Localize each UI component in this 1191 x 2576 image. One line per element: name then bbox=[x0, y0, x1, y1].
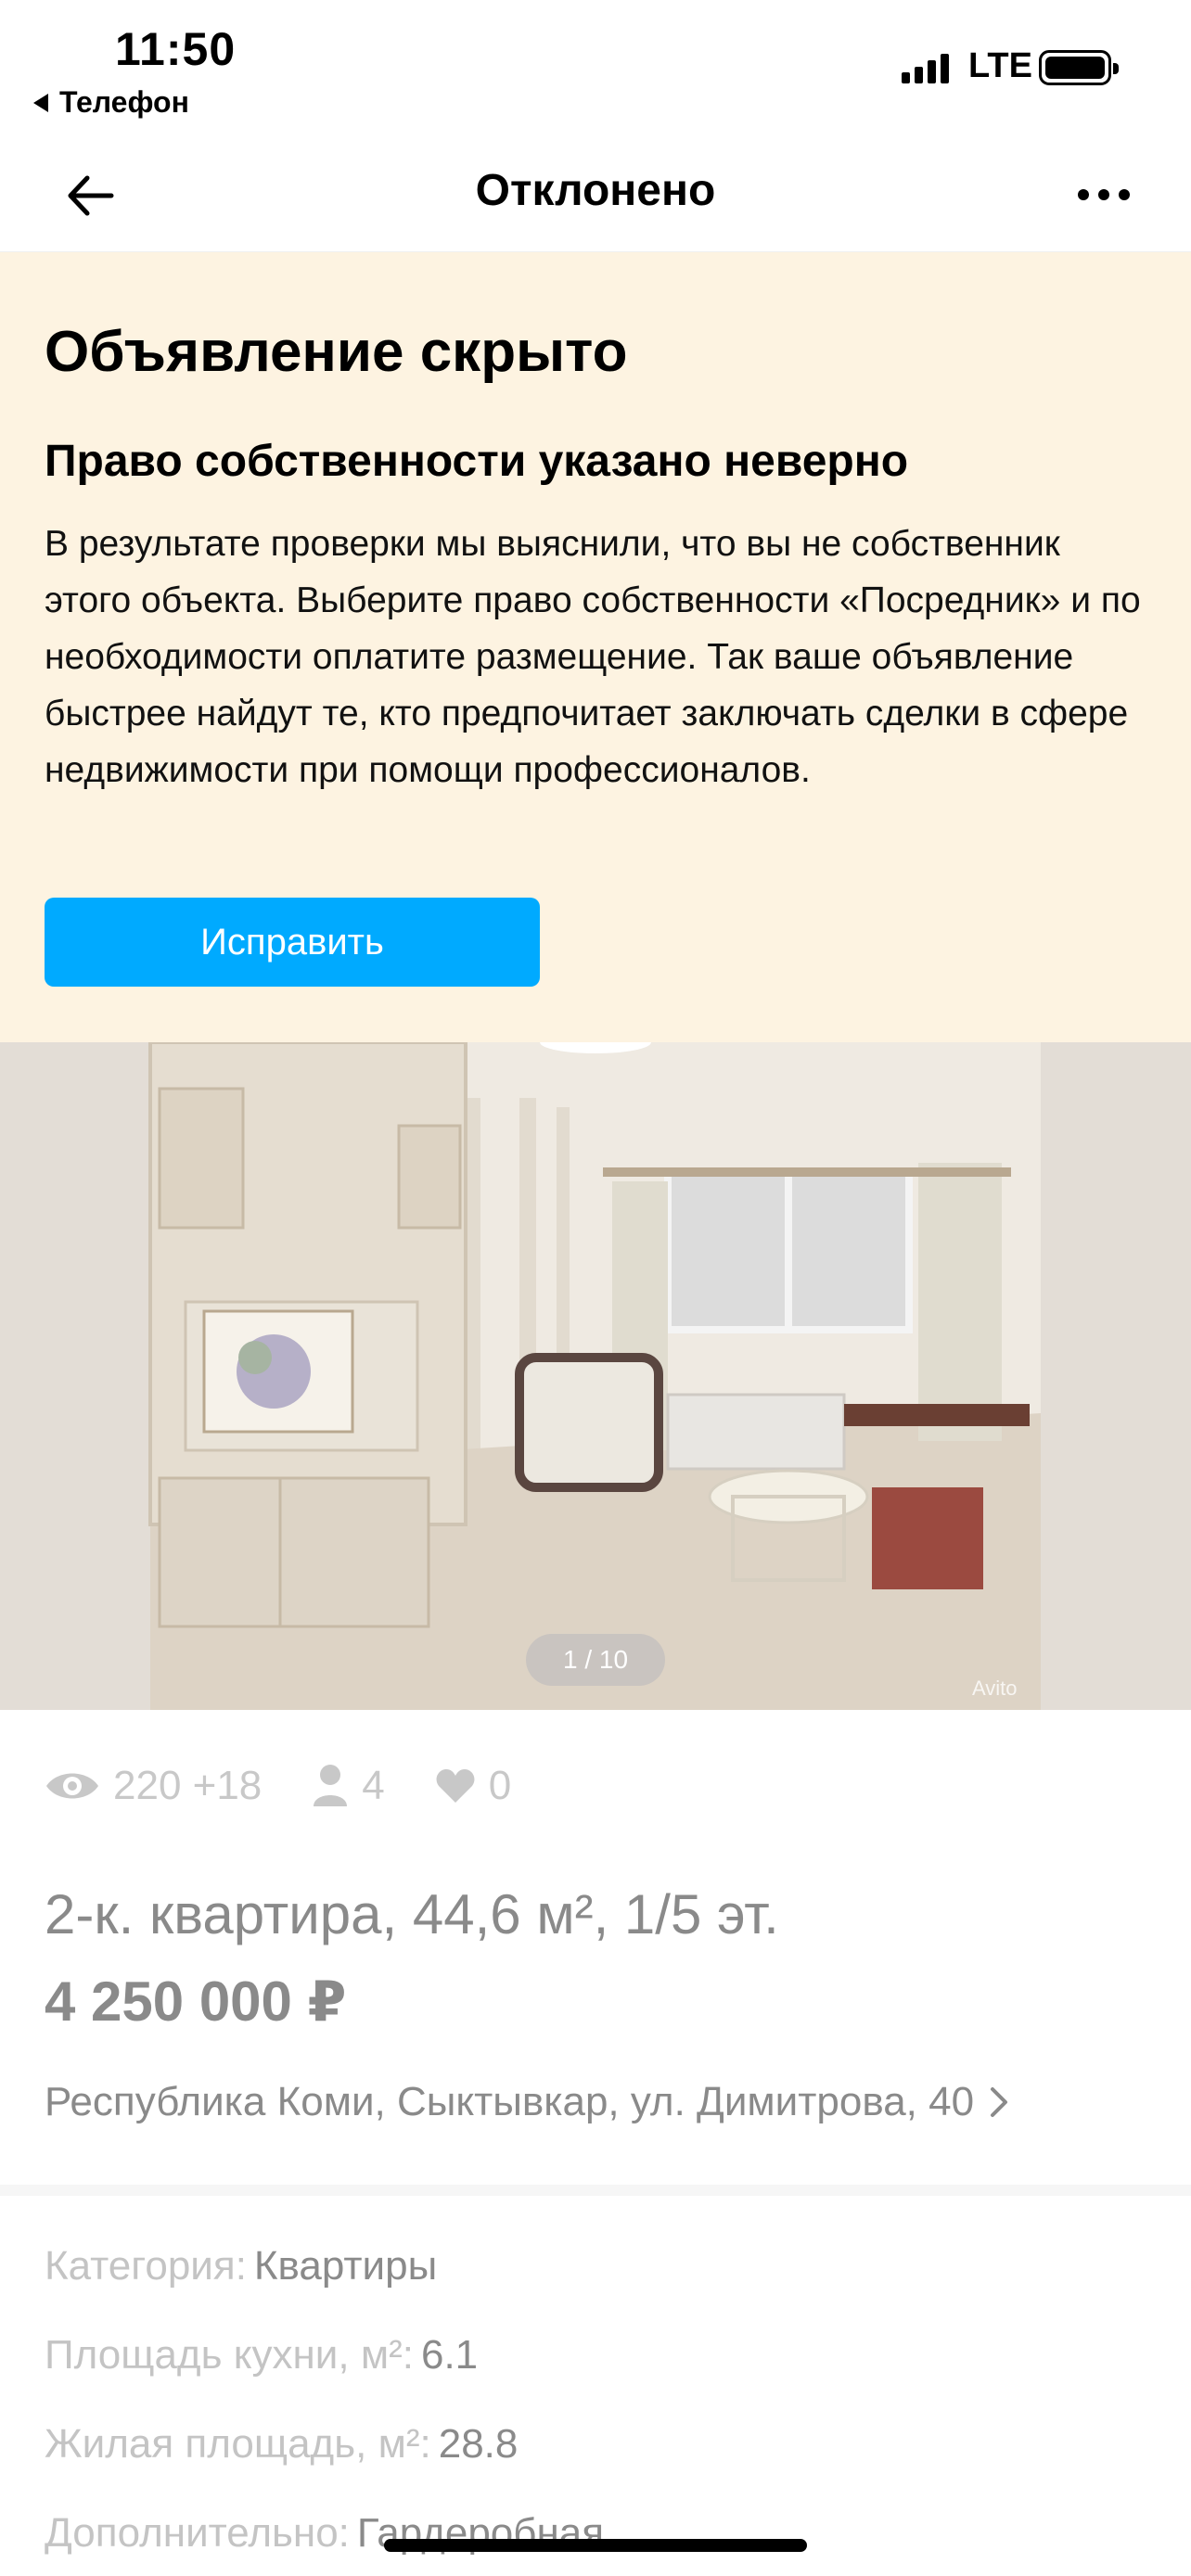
signal-icon bbox=[902, 52, 949, 83]
param-label: Жилая площадь, м²: bbox=[45, 2421, 431, 2467]
back-triangle-icon bbox=[33, 93, 48, 112]
back-to-app-link[interactable]: Телефон bbox=[33, 85, 189, 120]
contacts-stat: 4 bbox=[312, 1763, 385, 1809]
favorites-count: 0 bbox=[488, 1763, 512, 1808]
person-icon bbox=[314, 1765, 348, 1806]
contacts-count: 4 bbox=[362, 1763, 385, 1808]
heart-icon bbox=[436, 1769, 475, 1803]
photo-counter: 1 / 10 bbox=[526, 1634, 665, 1686]
photo-watermark: Avito bbox=[972, 1677, 1018, 1700]
section-divider bbox=[0, 2185, 1191, 2196]
views-count: 220 +18 bbox=[113, 1763, 263, 1808]
address-text: Республика Коми, Сыктывкар, ул. Димитров… bbox=[45, 2079, 975, 2124]
rejection-banner: Объявление скрыто Право собственности ук… bbox=[0, 252, 1191, 1042]
fix-button[interactable]: Исправить bbox=[45, 898, 540, 987]
listing-stats: 220 +18 4 0 bbox=[45, 1758, 561, 1814]
banner-text: В результате проверки мы выяснили, что в… bbox=[45, 524, 1141, 790]
status-time: 11:50 bbox=[115, 23, 237, 75]
eye-icon bbox=[46, 1773, 98, 1799]
param-label: Дополнительно: bbox=[45, 2510, 350, 2556]
banner-subheading: Право собственности указано неверно bbox=[45, 437, 909, 486]
back-app-label: Телефон bbox=[59, 85, 189, 119]
param-row: Категория: Квартиры bbox=[45, 2222, 604, 2311]
listing-price: 4 250 000 ₽ bbox=[45, 1970, 347, 2033]
param-value: Квартиры bbox=[253, 2243, 438, 2289]
param-label: Площадь кухни, м²: bbox=[45, 2332, 414, 2378]
battery-icon bbox=[1039, 50, 1119, 85]
nav-bar: Отклонено bbox=[0, 139, 1191, 252]
favorites-stat: 0 bbox=[435, 1763, 511, 1809]
network-label: LTE bbox=[968, 46, 1032, 85]
room-photo-illustration bbox=[148, 1042, 1041, 1710]
status-bar: 11:50 Телефон LTE bbox=[0, 0, 1191, 130]
param-row: Жилая площадь, м²: 28.8 bbox=[45, 2400, 604, 2489]
param-row: Площадь кухни, м²: 6.1 bbox=[45, 2311, 604, 2400]
param-label: Категория: bbox=[45, 2243, 247, 2289]
param-value: 28.8 bbox=[438, 2421, 519, 2467]
more-dots-icon[interactable] bbox=[1067, 176, 1141, 213]
listing-params: Категория: Квартиры Площадь кухни, м²: 6… bbox=[45, 2222, 604, 2576]
views-stat: 220 +18 bbox=[45, 1763, 262, 1809]
home-indicator[interactable] bbox=[384, 2539, 807, 2552]
chevron-right-icon bbox=[991, 2087, 1008, 2117]
page-title: Отклонено bbox=[475, 166, 716, 215]
address-link[interactable]: Республика Коми, Сыктывкар, ул. Димитров… bbox=[45, 2079, 1009, 2125]
param-row: Дополнительно: Гардеробная bbox=[45, 2489, 604, 2576]
param-value: 6.1 bbox=[420, 2332, 479, 2378]
listing-photo[interactable]: 1 / 10 Avito bbox=[0, 1042, 1191, 1710]
listing-title: 2-к. квартира, 44,6 м², 1/5 эт. bbox=[45, 1883, 779, 1945]
banner-heading: Объявление скрыто bbox=[45, 320, 628, 384]
